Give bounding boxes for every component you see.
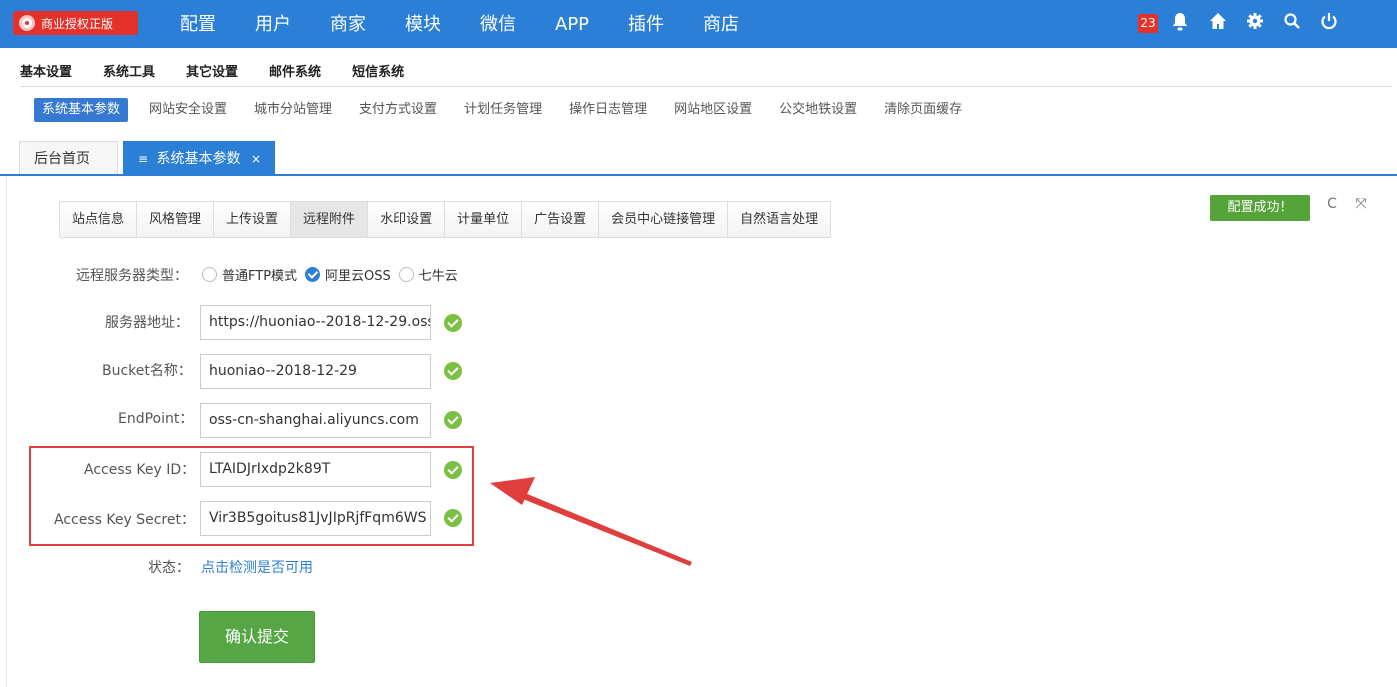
tab-system-params[interactable]: ≡ 系统基本参数 × [123, 141, 275, 174]
top-bar: 商业授权正版 配置 用户 商家 模块 微信 APP 插件 商店 23 [0, 0, 1397, 48]
radio-aliyun-oss-control[interactable] [305, 266, 321, 282]
radio-qiniu-control[interactable] [398, 266, 414, 282]
access-key-secret-label: Access Key Secret： [54, 512, 195, 528]
submenu-site-security[interactable]: 网站安全设置 [149, 98, 227, 122]
topnav-wechat[interactable]: 微信 [480, 0, 516, 48]
topnav-merchants[interactable]: 商家 [330, 0, 366, 48]
subtab-member-links[interactable]: 会员中心链接管理 [599, 202, 729, 237]
topnav-modules[interactable]: 模块 [405, 0, 441, 48]
page-tab-bar: 后台首页 ≡ 系统基本参数 × [0, 141, 1397, 176]
app-window: 商业授权正版 配置 用户 商家 模块 微信 APP 插件 商店 23 基本设置 … [0, 0, 1397, 687]
topnav-config[interactable]: 配置 [180, 0, 216, 48]
bell-icon[interactable] [1168, 12, 1192, 36]
endpoint-input[interactable]: oss-cn-shanghai.aliyuncs.com [200, 403, 431, 438]
menu-other-settings[interactable]: 其它设置 [186, 59, 238, 86]
basic-settings-submenu: 系统基本参数 网站安全设置 城市分站管理 支付方式设置 计划任务管理 操作日志管… [34, 97, 989, 123]
submenu-city-branches[interactable]: 城市分站管理 [254, 98, 332, 122]
submenu-system-params[interactable]: 系统基本参数 [34, 98, 129, 122]
bucket-label: Bucket名称： [102, 363, 192, 379]
topnav-app[interactable]: APP [555, 0, 589, 48]
tab-system-params-label: 系统基本参数 [156, 151, 241, 167]
menu-system-tools[interactable]: 系统工具 [103, 59, 155, 86]
submenu-region-settings[interactable]: 网站地区设置 [674, 98, 752, 122]
submenu-payment-methods[interactable]: 支付方式设置 [359, 98, 437, 122]
notification-count-badge[interactable]: 23 [1138, 14, 1158, 33]
access-key-id-input[interactable]: LTAIDJrIxdp2k89T [200, 452, 431, 487]
submit-button[interactable]: 确认提交 [199, 611, 315, 663]
valid-check-icon [444, 411, 462, 429]
subtab-ads[interactable]: 广告设置 [522, 202, 600, 237]
radio-ftp[interactable]: 普通FTP模式 [202, 265, 297, 284]
access-key-id-label: Access Key ID： [84, 462, 196, 478]
server-type-label: 远程服务器类型： [76, 268, 188, 284]
valid-check-icon [444, 362, 462, 380]
subtab-upload[interactable]: 上传设置 [214, 202, 292, 237]
topnav-users[interactable]: 用户 [255, 0, 291, 48]
award-seal-icon [19, 15, 35, 31]
home-icon[interactable] [1206, 12, 1230, 36]
content-left-border [6, 176, 7, 687]
radio-aliyun-oss[interactable]: 阿里云OSS [305, 265, 391, 284]
top-navigation: 配置 用户 商家 模块 微信 APP 插件 商店 [180, 0, 778, 48]
endpoint-label: EndPoint： [118, 411, 194, 427]
gear-icon[interactable] [1243, 12, 1267, 36]
subtab-style[interactable]: 风格管理 [137, 202, 215, 237]
server-type-radio-group: 普通FTP模式 阿里云OSS 七牛云 [202, 264, 466, 284]
power-icon[interactable] [1317, 12, 1341, 36]
radio-qiniu-label: 七牛云 [418, 268, 458, 284]
refresh-icon[interactable]: C [1321, 193, 1343, 215]
fullscreen-icon[interactable]: ⤧ [1350, 193, 1372, 215]
search-icon[interactable] [1280, 12, 1304, 36]
menu-basic-settings[interactable]: 基本设置 [20, 59, 72, 86]
subtab-nlp[interactable]: 自然语言处理 [728, 202, 831, 237]
status-label: 状态： [148, 560, 190, 576]
submenu-clear-cache[interactable]: 清除页面缓存 [884, 98, 962, 122]
radio-ftp-label: 普通FTP模式 [222, 268, 298, 284]
settings-category-menu: 基本设置 系统工具 其它设置 邮件系统 短信系统 [20, 59, 1392, 87]
topnav-store[interactable]: 商店 [703, 0, 739, 48]
valid-check-icon [444, 509, 462, 527]
upload-settings-tabs: 站点信息 风格管理 上传设置 远程附件 水印设置 计量单位 广告设置 会员中心链… [59, 201, 832, 238]
check-availability-link[interactable]: 点击检测是否可用 [201, 557, 313, 577]
radio-ftp-control[interactable] [202, 266, 217, 282]
radio-aliyun-oss-label: 阿里云OSS [325, 268, 391, 284]
subtab-site-info[interactable]: 站点信息 [60, 202, 138, 237]
close-icon[interactable]: × [251, 152, 261, 166]
access-key-secret-input[interactable]: Vir3B5goitus81JvJIpRjfFqm6WS [200, 501, 431, 536]
radio-qiniu[interactable]: 七牛云 [398, 265, 458, 284]
tab-admin-home-label: 后台首页 [34, 151, 90, 167]
submenu-transit-settings[interactable]: 公交地铁设置 [779, 98, 857, 122]
menu-sms-system[interactable]: 短信系统 [352, 59, 404, 86]
topnav-plugins[interactable]: 插件 [628, 0, 664, 48]
submenu-operation-logs[interactable]: 操作日志管理 [569, 98, 647, 122]
subtab-units[interactable]: 计量单位 [445, 202, 523, 237]
menu-mail-system[interactable]: 邮件系统 [269, 59, 321, 86]
subtab-remote-attachment[interactable]: 远程附件 [291, 202, 369, 237]
success-message: 配置成功！ [1210, 195, 1310, 221]
subtab-watermark[interactable]: 水印设置 [368, 202, 446, 237]
brand-label: 商业授权正版 [41, 16, 114, 31]
valid-check-icon [444, 461, 462, 479]
valid-check-icon [444, 314, 462, 332]
list-icon: ≡ [138, 152, 149, 166]
brand-badge[interactable]: 商业授权正版 [13, 11, 138, 35]
server-address-input[interactable]: https://huoniao--2018-12-29.oss-cn-shang… [200, 305, 431, 340]
submenu-scheduled-tasks[interactable]: 计划任务管理 [464, 98, 542, 122]
bucket-input[interactable]: huoniao--2018-12-29 [200, 354, 431, 389]
tab-admin-home[interactable]: 后台首页 [19, 141, 118, 174]
server-address-label: 服务器地址： [105, 315, 189, 331]
red-arrow-annotation [490, 477, 692, 566]
